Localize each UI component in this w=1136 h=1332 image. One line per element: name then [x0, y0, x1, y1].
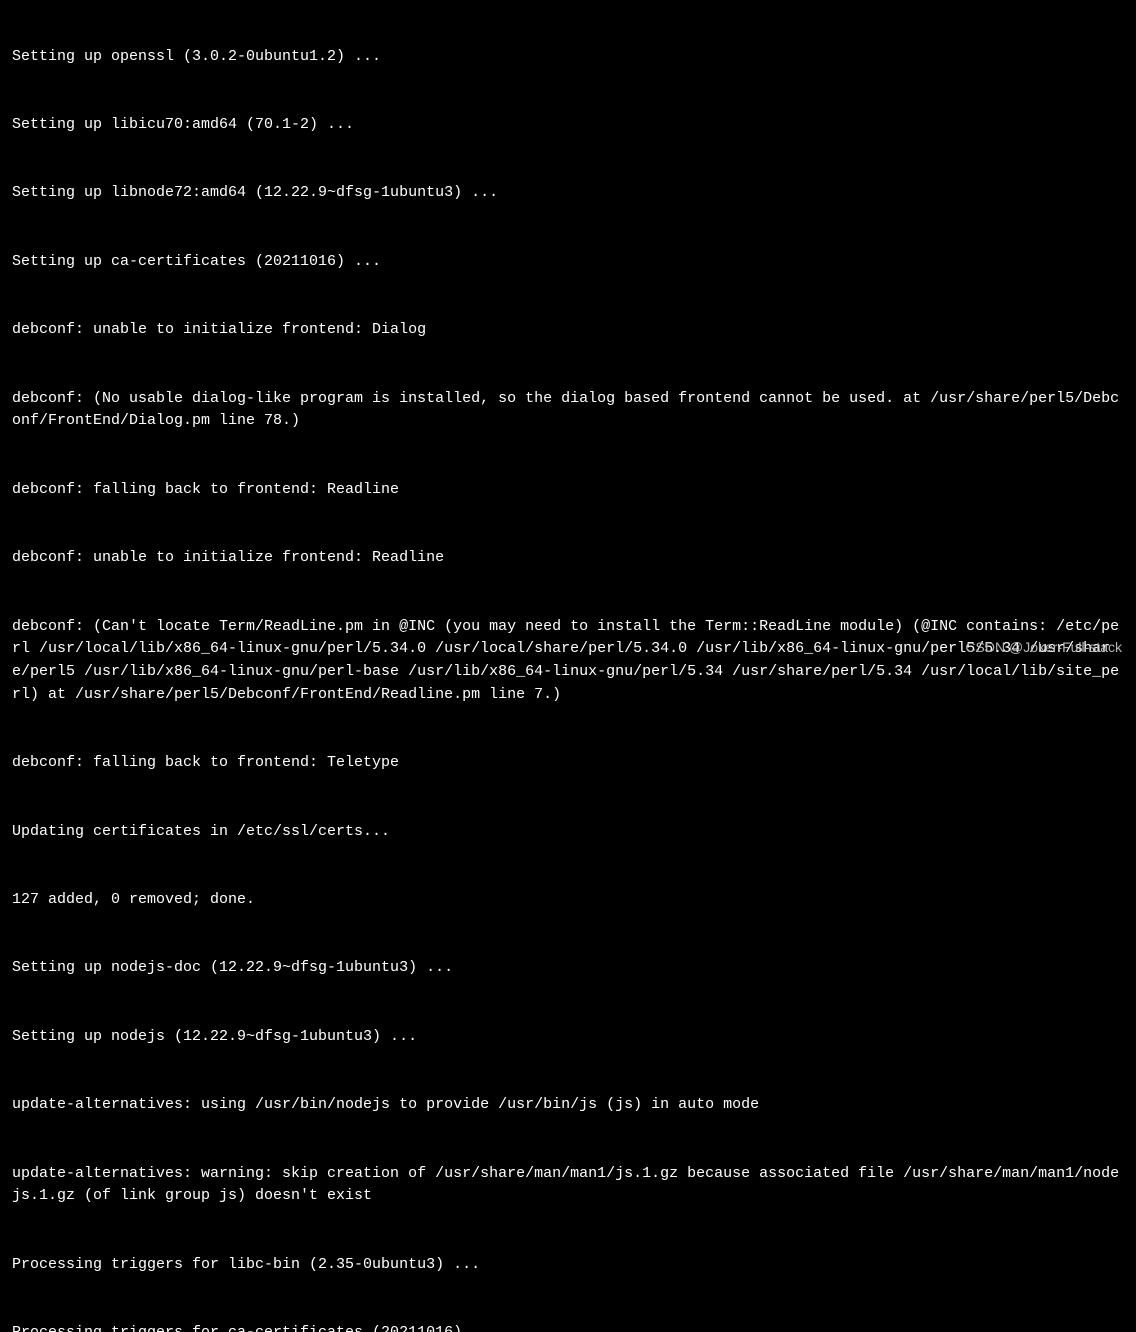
- terminal-line: Setting up nodejs-doc (12.22.9~dfsg-1ubu…: [12, 957, 1124, 980]
- terminal-line: update-alternatives: using /usr/bin/node…: [12, 1094, 1124, 1117]
- terminal-line: debconf: (Can't locate Term/ReadLine.pm …: [12, 616, 1124, 707]
- watermark-text: CSDN @Joker-Full-stack: [965, 637, 1122, 658]
- terminal-line: debconf: unable to initialize frontend: …: [12, 547, 1124, 570]
- terminal-output[interactable]: Setting up openssl (3.0.2-0ubuntu1.2) ..…: [12, 0, 1124, 1332]
- terminal-line: 127 added, 0 removed; done.: [12, 889, 1124, 912]
- terminal-line: Setting up libnode72:amd64 (12.22.9~dfsg…: [12, 182, 1124, 205]
- terminal-line: Setting up nodejs (12.22.9~dfsg-1ubuntu3…: [12, 1026, 1124, 1049]
- terminal-line: debconf: falling back to frontend: Readl…: [12, 479, 1124, 502]
- terminal-line: update-alternatives: warning: skip creat…: [12, 1163, 1124, 1209]
- terminal-line: Setting up ca-certificates (20211016) ..…: [12, 251, 1124, 274]
- terminal-line: debconf: (No usable dialog-like program …: [12, 388, 1124, 434]
- terminal-line: Processing triggers for libc-bin (2.35-0…: [12, 1254, 1124, 1277]
- terminal-line: Setting up libicu70:amd64 (70.1-2) ...: [12, 114, 1124, 137]
- terminal-line: Updating certificates in /etc/ssl/certs.…: [12, 821, 1124, 844]
- terminal-line: Processing triggers for ca-certificates …: [12, 1322, 1124, 1332]
- terminal-line: debconf: falling back to frontend: Telet…: [12, 752, 1124, 775]
- terminal-line: debconf: unable to initialize frontend: …: [12, 319, 1124, 342]
- terminal-line: Setting up openssl (3.0.2-0ubuntu1.2) ..…: [12, 46, 1124, 69]
